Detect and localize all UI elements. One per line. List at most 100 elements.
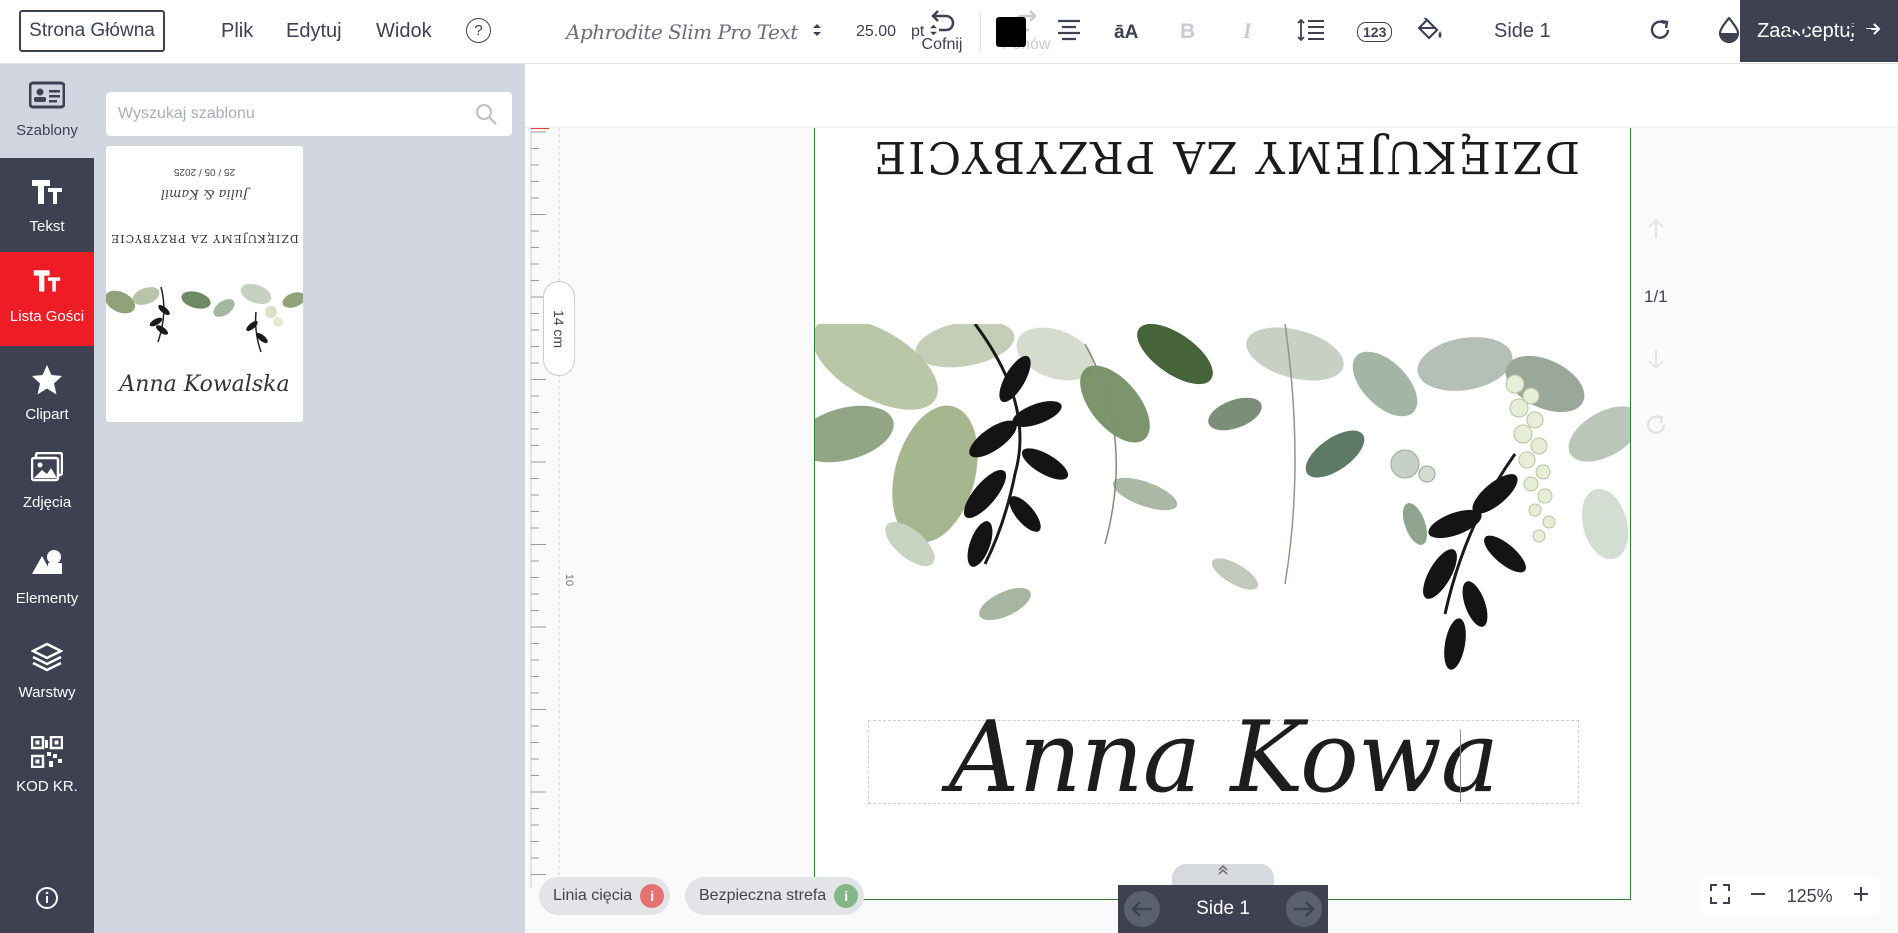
prev-side-button[interactable] [1124,891,1160,927]
menu-file[interactable]: Plik [221,20,253,43]
vertical-ruler [530,128,560,888]
page-down-button[interactable] [1644,348,1668,375]
nav-photos[interactable]: Zdjęcia [0,452,94,511]
side-title: Side 1 [1494,20,1551,42]
zoom-in-button[interactable] [1852,885,1870,908]
page-count: 1/1 [1644,287,1668,306]
shapes-icon [0,548,94,588]
search-icon[interactable] [474,102,498,131]
numbers-button[interactable]: 123 [1357,0,1393,64]
cut-line-toggle[interactable]: Linia cięcia i [539,877,671,915]
side-label: Side 1 [1196,898,1250,919]
side-navigator: Side 1 [1118,885,1328,933]
italic-icon: I [1241,18,1257,46]
bold-button[interactable]: B [1180,0,1196,64]
nav-elements[interactable]: Elementy [0,548,94,607]
zoom-level: 125% [1786,885,1833,906]
guest-name-text[interactable]: Anna Kowa [868,688,1579,828]
unit-select[interactable]: pt [911,0,938,64]
font-size-value: 25.00 [856,23,897,40]
arrow-down-icon [1646,350,1666,374]
layers-stack-icon [1784,17,1812,48]
settings-button[interactable] [1846,0,1872,64]
nav-layers[interactable]: Warstwy [0,642,94,701]
star-icon [0,364,94,404]
info-icon [0,886,94,910]
paint-bucket-icon [1417,15,1444,47]
sliders-icon [1846,18,1872,47]
text-color-button[interactable] [996,0,1026,64]
text-case-icon: āA [1114,17,1146,47]
bold-icon: B [1180,19,1196,46]
align-center-icon [1057,19,1081,46]
nav-qr-code[interactable]: KOD KR. [0,736,94,795]
info-button[interactable] [0,886,94,910]
qr-code-icon [0,736,94,776]
opacity-button[interactable] [1718,0,1740,64]
thanks-text[interactable]: DZIĘKUJEMY ZA PRZYBYCIE [861,128,1591,184]
italic-button[interactable]: I [1241,0,1257,64]
nav-clipart[interactable]: Clipart [0,364,94,423]
rotate-button[interactable] [1648,0,1672,64]
help-button[interactable]: ? [466,18,491,43]
top-bar: Strona Główna Plik Edytuj Widok ? Cofnij… [0,0,1898,64]
rotate-icon [1648,18,1672,47]
collapse-tab[interactable] [1172,864,1274,886]
menu-edit[interactable]: Edytuj [286,20,342,43]
nav-layers-label: Warstwy [18,684,76,701]
nav-templates-label: Szablony [16,122,78,139]
template-search [106,92,512,136]
nav-text-label: Tekst [29,218,65,235]
template-search-input[interactable] [118,92,468,136]
refresh-icon [1645,414,1667,440]
nav-templates[interactable]: Szablony [0,80,94,139]
ruler-mark: 10 [563,573,576,587]
cut-line-info-icon[interactable]: i [640,884,665,908]
thumb-name: Anna Kowalska [119,372,290,397]
nav-photos-label: Zdjęcia [22,494,72,511]
font-size-input[interactable]: 25.00 [856,0,896,64]
page-refresh-button[interactable] [1644,414,1668,441]
text-case-button[interactable]: āA [1114,0,1146,64]
unit-sort-icon [929,23,938,42]
drop-icon [1718,15,1740,48]
fill-button[interactable] [1417,0,1444,64]
numbers-icon: 123 [1357,22,1393,42]
cut-line-label: Linia cięcia [553,887,633,904]
thumb-foliage [106,282,303,372]
nav-text[interactable]: Tekst [0,176,94,235]
thumb-couple: Julia & Kamil [160,186,249,201]
safe-zone-info-icon[interactable]: i [834,884,859,908]
fullscreen-button[interactable] [1710,883,1730,909]
ruler-size-badge: 14 cm [543,281,575,376]
chevrons-up-icon [1217,864,1229,879]
align-center-button[interactable] [1057,0,1081,64]
thumb-thanks: DZIĘKUJEMY ZA PRZYBYCIE [110,232,299,245]
design-canvas[interactable]: DZIĘKUJEMY ZA PRZYBYCIE Anna Kowa [814,128,1631,900]
template-thumbnail[interactable]: 25 / 05 / 2025 Julia & Kamil DZIĘKUJEMY … [106,146,303,422]
nav-guest-list[interactable]: Lista Gości [0,252,94,346]
color-swatch [996,17,1026,47]
text-caret [1460,730,1461,802]
zoom-out-button[interactable] [1749,885,1767,908]
safe-zone-toggle[interactable]: Bezpieczna strefa i [685,877,865,915]
foliage-illustration[interactable] [815,324,1631,684]
layers-icon [0,642,94,682]
unit-value: pt [911,23,925,40]
ruler-size-label: 14 cm [551,309,567,348]
svg-text:I: I [1242,19,1253,41]
accept-button[interactable]: Zaakceptuj [1740,0,1898,62]
nav-clipart-label: Clipart [25,406,69,423]
text-toolbar [525,64,1898,128]
next-side-button[interactable] [1286,891,1322,927]
font-select[interactable]: Aphrodite Slim Pro Text [566,0,822,64]
safe-zone-label: Bezpieczna strefa [699,887,827,904]
text-icon [0,176,94,216]
svg-text:B: B [1180,20,1195,41]
home-button[interactable]: Strona Główna [19,10,165,52]
line-height-button[interactable] [1297,0,1325,64]
page-up-button[interactable] [1644,218,1668,245]
zoom-control: 125% [1700,876,1880,916]
menu-view[interactable]: Widok [376,20,432,43]
layer-order-button[interactable] [1784,0,1812,64]
